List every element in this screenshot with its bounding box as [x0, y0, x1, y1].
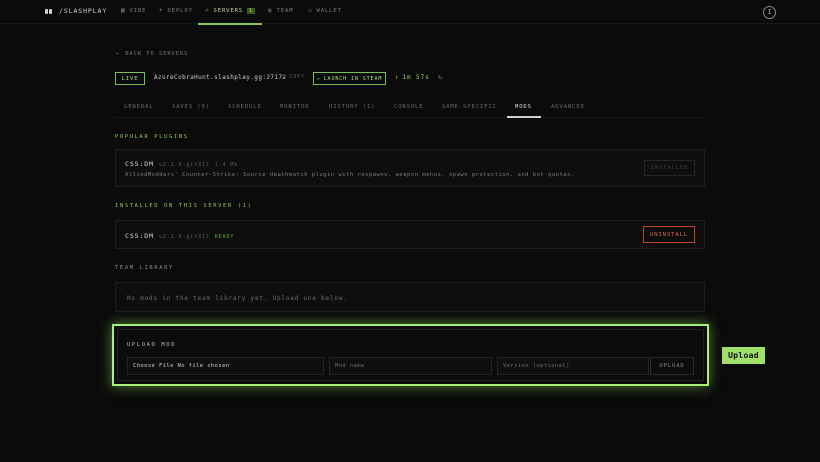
plugin-name: CSS:DM: [125, 160, 154, 168]
tab-saves[interactable]: SAVES (0): [172, 104, 210, 110]
nav-team-label: TEAM: [276, 7, 294, 14]
upload-button[interactable]: UPLOAD: [650, 357, 694, 375]
upload-mod-heading: UPLOAD MOD: [127, 342, 177, 348]
file-chooser[interactable]: Choose File No file chosen: [127, 357, 324, 375]
installed-button[interactable]: INSTALLED: [644, 160, 695, 176]
copy-icon: ⧉: [282, 74, 287, 80]
nav-vibe[interactable]: ▦ VIBE: [121, 7, 146, 14]
nav-team[interactable]: ◍ TEAM: [268, 7, 293, 14]
plugin-description: AlliedModders' Counter-Strike: Source de…: [125, 172, 575, 178]
popular-plugins-heading: POPULAR PLUGINS: [115, 134, 189, 140]
plugin-size: 1.4 Mb: [214, 162, 239, 168]
tab-console[interactable]: CONSOLE: [394, 104, 423, 110]
top-navigation: /SLASHPLAY ▦ VIBE + DEPLOY ➶ SERVERS 1 ◍…: [0, 0, 820, 25]
nav-servers[interactable]: ➶ SERVERS 1: [205, 7, 255, 14]
nav-deploy-label: DEPLOY: [167, 7, 193, 14]
empty-library-message: No mods in the team library yet. Upload …: [127, 295, 348, 302]
installed-plugin-row: CSS:DM v2.1.6-git317 READY: [125, 232, 234, 240]
launch-in-steam-button[interactable]: ↗ LAUNCH IN STEAM: [313, 72, 386, 85]
logo-icon: [45, 8, 53, 14]
tab-mods[interactable]: MODS: [515, 104, 532, 110]
brand-name: /SLASHPLAY: [59, 7, 108, 15]
external-link-icon: ↗: [316, 75, 321, 82]
tab-game-specific[interactable]: GAME-SPECIFIC: [442, 104, 497, 110]
refresh-icon[interactable]: ↻: [438, 73, 443, 81]
tab-advanced[interactable]: ADVANCED: [551, 104, 585, 110]
plugin-name-row: CSS:DM v2.1.6-git317 1.4 Mb: [125, 160, 238, 168]
active-tab-indicator: [507, 116, 541, 118]
server-uptime: ↑ 1m 57s: [395, 74, 430, 81]
plus-icon: +: [159, 7, 164, 14]
team-library-heading: TEAM LIBRARY: [115, 265, 174, 271]
arrow-left-icon: ←: [116, 51, 121, 57]
tab-general[interactable]: GENERAL: [124, 104, 153, 110]
popular-plugin-card: CSS:DM v2.1.6-git317 1.4 Mb AlliedModders'…: [115, 149, 705, 187]
active-nav-indicator: [198, 23, 262, 25]
copy-label: COPY: [289, 74, 306, 80]
back-to-servers-link[interactable]: ← BACK TO SERVERS: [116, 51, 188, 57]
ready-status: READY: [214, 234, 235, 240]
servers-count-badge: 1: [247, 7, 255, 14]
nav-vibe-label: VIBE: [129, 7, 147, 14]
copy-address-button[interactable]: ⧉ COPY: [282, 74, 305, 80]
tab-schedule[interactable]: SCHEDULE: [228, 104, 262, 110]
nav-servers-label: SERVERS: [213, 7, 243, 14]
installed-plugin-name: CSS:DM: [125, 232, 154, 240]
installed-plugin-card: CSS:DM v2.1.6-git317 READY UNINSTALL: [115, 220, 705, 249]
user-icon: ◍: [268, 7, 273, 14]
upload-panel-inner: UPLOAD MOD Choose File No file chosen Mo…: [117, 329, 704, 381]
wallet-icon: ▭: [308, 7, 313, 14]
uninstall-button[interactable]: UNINSTALL: [643, 226, 695, 243]
upload-mod-panel: UPLOAD MOD Choose File No file chosen Mo…: [112, 324, 709, 386]
upload-tooltip: Upload: [722, 347, 765, 364]
back-link-label: BACK TO SERVERS: [125, 51, 189, 57]
mod-version-input[interactable]: Version (optional): [497, 357, 649, 375]
server-tabs: GENERAL SAVES (0) SCHEDULE MONITOR HISTO…: [115, 98, 705, 118]
nav-wallet-label: WALLET: [316, 7, 342, 14]
tab-history[interactable]: HISTORY (1): [329, 104, 375, 110]
brand-logo[interactable]: /SLASHPLAY: [45, 7, 107, 15]
installed-plugin-version: v2.1.6-git317: [158, 234, 210, 240]
tab-monitor[interactable]: MONITOR: [280, 104, 309, 110]
uptime-value: 1m 57s: [402, 74, 430, 81]
arrow-up-icon: ↑: [395, 74, 400, 81]
team-library-card: No mods in the team library yet. Upload …: [115, 282, 705, 312]
plugin-version: v2.1.6-git317: [158, 162, 210, 168]
live-status-badge: LIVE: [115, 72, 145, 85]
nav-deploy[interactable]: + DEPLOY: [159, 7, 193, 14]
user-avatar[interactable]: I: [763, 6, 776, 19]
mod-name-input[interactable]: Mod name: [329, 357, 492, 375]
installed-heading: INSTALLED ON THIS SERVER (1): [115, 203, 253, 209]
grid-icon: ▦: [121, 7, 126, 14]
launch-label: LAUNCH IN STEAM: [323, 75, 383, 82]
nav-wallet[interactable]: ▭ WALLET: [308, 7, 342, 14]
server-address: AzureCobraHunt.slashplay.gg:27172: [154, 74, 287, 81]
rocket-icon: ➶: [205, 7, 210, 14]
